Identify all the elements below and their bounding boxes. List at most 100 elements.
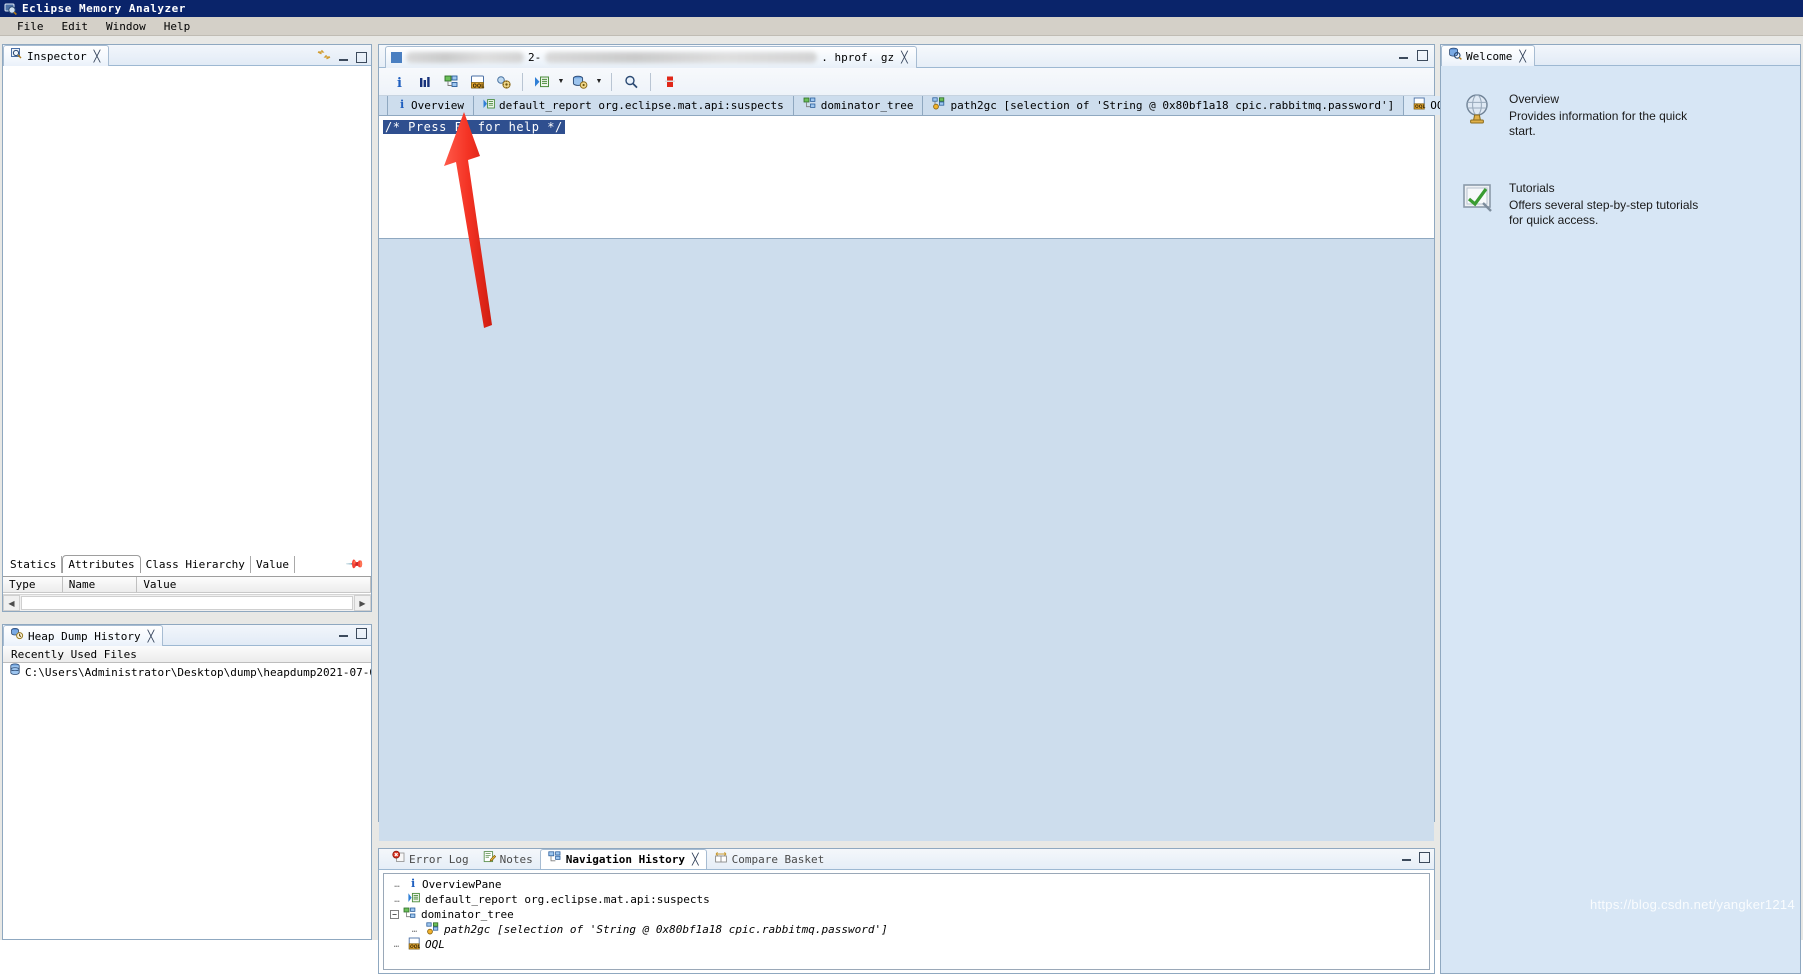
inspector-maximize-button[interactable]	[356, 51, 367, 63]
menu-file[interactable]: File	[8, 19, 53, 34]
recently-used-files-label: Recently Used Files	[11, 647, 137, 661]
inspector-horizontal-scrollbar[interactable]: ◀ ▶	[3, 594, 371, 611]
menu-help[interactable]: Help	[155, 19, 200, 34]
editor-tab-suffix-text: . hprof. gz	[821, 51, 895, 64]
tree-guide-icon: …	[394, 939, 400, 950]
mat-toolbar: i OQL ▼ ▼	[379, 68, 1434, 96]
query-browser-icon[interactable]	[568, 71, 592, 93]
calculate-retained-size-icon[interactable]	[658, 71, 682, 93]
dominator-tree-icon[interactable]	[439, 71, 463, 93]
workbench: Inspector ╳ 📌 Statics Attributes Class H…	[0, 36, 1803, 974]
svg-text:OQL: OQL	[472, 83, 485, 89]
welcome-body: Overview Provides information for the qu…	[1441, 66, 1800, 973]
welcome-item-overview[interactable]: Overview Provides information for the qu…	[1461, 92, 1800, 139]
inspector-subtab-value[interactable]: Value	[251, 556, 296, 573]
histogram-icon[interactable]	[413, 71, 437, 93]
column-header-type[interactable]: Type	[3, 577, 63, 592]
menu-edit[interactable]: Edit	[53, 19, 98, 34]
heap-dump-history-close-icon[interactable]: ╳	[148, 631, 155, 642]
bottom-view-tab-bar: Error Log Notes Navigation History ╳ Com…	[379, 849, 1434, 870]
tree-row-label: OverviewPane	[422, 878, 502, 891]
editor-result-tab-bar: i Overview default_report org.eclipse.ma…	[379, 96, 1474, 116]
inspector-view: Inspector ╳ 📌 Statics Attributes Class H…	[2, 44, 372, 612]
query-browser-dropdown-icon[interactable]: ▼	[594, 71, 604, 93]
column-header-name[interactable]: Name	[63, 577, 138, 592]
oql-icon: OQL	[1413, 97, 1426, 115]
dominator-tree-icon	[403, 907, 417, 923]
inspector-minimize-button[interactable]	[338, 52, 349, 63]
inspector-icon	[10, 47, 23, 65]
run-expert-system-test-dropdown-icon[interactable]: ▼	[556, 71, 566, 93]
run-expert-system-test-icon[interactable]	[530, 71, 554, 93]
heap-dump-history-icon	[10, 627, 24, 645]
heap-dump-history-maximize-button[interactable]	[356, 628, 367, 639]
bottom-view-stack: Error Log Notes Navigation History ╳ Com…	[378, 848, 1435, 974]
navigation-history-tree[interactable]: … i OverviewPane … default_report org.ec…	[383, 873, 1430, 970]
result-tab-default-report[interactable]: default_report org.eclipse.mat.api:suspe…	[473, 96, 794, 115]
overview-icon[interactable]: i	[387, 71, 411, 93]
welcome-icon	[1448, 47, 1462, 65]
tree-collapse-icon[interactable]: −	[390, 910, 399, 919]
tree-row[interactable]: … i OverviewPane	[390, 877, 1429, 892]
bottom-view-maximize-button[interactable]	[1419, 852, 1430, 863]
info-icon: i	[408, 877, 418, 892]
tree-row-label: path2gc [selection of 'String @ 0x80bf1a…	[444, 923, 888, 936]
inspector-subtab-attributes[interactable]: Attributes	[62, 555, 141, 573]
tree-row-label: dominator_tree	[421, 908, 514, 921]
editor-maximize-button[interactable]	[1417, 50, 1428, 61]
result-tab-dominator-tree-label: dominator_tree	[820, 99, 914, 112]
find-icon[interactable]	[619, 71, 643, 93]
inspector-subtab-statics[interactable]: Statics	[5, 556, 63, 573]
oql-icon[interactable]: OQL	[465, 71, 489, 93]
tree-row[interactable]: … OQL OQL	[390, 937, 1429, 952]
welcome-tutorials-description: Offers several step-by-step tutorials fo…	[1509, 198, 1699, 227]
oql-editor[interactable]: /* Press F1 for help */	[379, 116, 1434, 239]
column-header-value[interactable]: Value	[137, 577, 371, 592]
heap-dump-history-view-buttons	[338, 628, 367, 639]
welcome-overview-text: Overview Provides information for the qu…	[1509, 92, 1699, 139]
heap-dump-editor-tab[interactable]: 2- . hprof. gz ╳	[385, 46, 917, 68]
tab-error-log[interactable]: Error Log	[385, 849, 476, 869]
editor-tab-close-icon[interactable]: ╳	[901, 52, 908, 63]
tab-navigation-history-label: Navigation History	[565, 853, 685, 866]
inspector-sub-tabs: Statics Attributes Class Hierarchy Value	[3, 553, 371, 573]
tab-navigation-history[interactable]: Navigation History ╳	[539, 849, 707, 869]
svg-text:i: i	[400, 98, 404, 110]
result-tab-overview-label: Overview	[411, 99, 464, 112]
scroll-thumb[interactable]	[21, 596, 353, 610]
oql-result-pane	[379, 239, 1434, 841]
tree-row[interactable]: … path2gc [selection of 'String @ 0x80bf…	[390, 921, 1429, 937]
inspector-close-icon[interactable]: ╳	[94, 51, 101, 62]
oql-comment-line[interactable]: /* Press F1 for help */	[383, 120, 565, 134]
recently-used-files-header: Recently Used Files	[3, 646, 371, 663]
welcome-item-tutorials[interactable]: Tutorials Offers several step-by-step tu…	[1461, 181, 1800, 228]
error-log-icon	[392, 850, 405, 868]
result-tab-path2gc[interactable]: path2gc [selection of 'String @ 0x80bf1a…	[923, 96, 1405, 115]
tutorials-icon	[1461, 181, 1495, 228]
list-item[interactable]: C:\Users\Administrator\Desktop\dump\heap…	[3, 663, 371, 681]
tree-row[interactable]: − dominator_tree	[390, 907, 1429, 922]
inspector-tab[interactable]: Inspector ╳	[3, 45, 110, 66]
toolbar-separator-1	[522, 72, 523, 91]
tab-compare-basket[interactable]: Compare Basket	[707, 849, 832, 869]
svg-text:i: i	[397, 76, 402, 90]
tab-navigation-history-close-icon[interactable]: ╳	[692, 854, 699, 865]
scroll-right-arrow-icon[interactable]: ▶	[354, 595, 371, 611]
menu-window[interactable]: Window	[97, 19, 155, 34]
tree-row-label: default_report org.eclipse.mat.api:suspe…	[425, 893, 710, 906]
tab-notes[interactable]: Notes	[476, 849, 540, 869]
welcome-tab[interactable]: Welcome ╳	[1441, 45, 1535, 66]
inspector-tab-bar: Inspector ╳	[3, 45, 371, 66]
tree-row[interactable]: … default_report org.eclipse.mat.api:sus…	[390, 892, 1429, 907]
inspector-restore-icon[interactable]	[317, 48, 331, 66]
heap-dump-history-tab[interactable]: Heap Dump History ╳	[3, 625, 164, 646]
inspector-subtab-class-hierarchy[interactable]: Class Hierarchy	[141, 556, 251, 573]
result-tab-dominator-tree[interactable]: dominator_tree	[793, 96, 924, 115]
editor-area: 2- . hprof. gz ╳ i OQL ▼ ▼ i Overview de…	[378, 44, 1474, 841]
thread-overview-icon[interactable]	[491, 71, 515, 93]
redacted-filename-part-2	[545, 52, 818, 63]
tab-compare-basket-label: Compare Basket	[731, 852, 825, 866]
scroll-left-arrow-icon[interactable]: ◀	[3, 595, 20, 611]
result-tab-overview[interactable]: i Overview	[387, 96, 474, 115]
welcome-close-icon[interactable]: ╳	[1519, 51, 1526, 62]
